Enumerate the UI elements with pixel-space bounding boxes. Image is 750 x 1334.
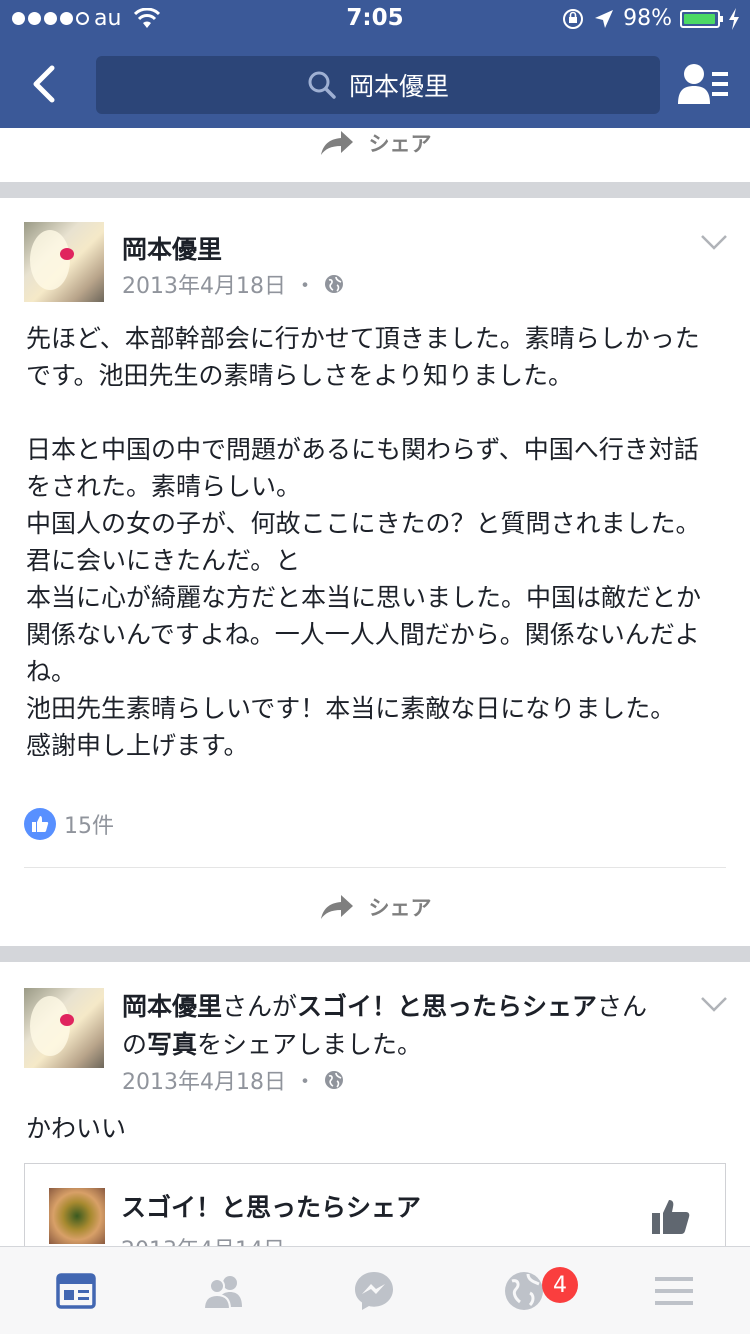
post-separator: [0, 182, 750, 198]
share-story-header: 岡本優里さんがスゴイ！と思ったらシェアさん の写真をシェアしました。: [122, 988, 722, 1064]
story-text: の: [122, 1030, 148, 1059]
avatar[interactable]: [24, 222, 104, 302]
search-icon: [308, 71, 336, 99]
globe-icon: [325, 1071, 343, 1089]
location-arrow-icon: [595, 9, 614, 28]
share-label: シェア: [368, 896, 432, 920]
top-navigation-bar: au 7:05 98% 岡本優里: [0, 0, 750, 128]
share-label: シェア: [368, 132, 432, 156]
post-paragraph: 本当に心が綺麗な方だと本当に思いました。中国は敵だとか関係ないんですよね。一人一…: [26, 583, 702, 686]
friends-icon[interactable]: [202, 1269, 246, 1313]
divider: [24, 867, 726, 868]
friends-list-icon[interactable]: [676, 60, 730, 108]
post-paragraph: 君に会いにきたんだ。と: [26, 546, 301, 575]
meta-separator: ・: [293, 1070, 316, 1095]
post-date[interactable]: 2013年4月18日: [122, 268, 286, 300]
like-count[interactable]: 15件: [24, 808, 114, 840]
shared-page-title[interactable]: スゴイ！と思ったらシェア: [121, 1188, 421, 1224]
shared-page-thumbnail[interactable]: [49, 1188, 105, 1244]
menu-icon[interactable]: [652, 1269, 696, 1313]
shared-post-date: 2013年4月14日 ・: [121, 1232, 314, 1246]
search-bar[interactable]: 岡本優里: [96, 56, 660, 114]
story-text: さん: [597, 992, 648, 1021]
photo-link[interactable]: 写真: [147, 1030, 197, 1059]
post-body: かわいい: [26, 1114, 127, 1143]
share-arrow-icon: [320, 895, 353, 919]
post-separator: [0, 946, 750, 962]
notification-badge: 4: [542, 1267, 578, 1303]
like-page-icon[interactable]: [651, 1198, 691, 1236]
back-chevron-icon[interactable]: [26, 62, 66, 106]
search-query: 岡本優里: [348, 72, 449, 101]
shared-photo-card[interactable]: スゴイ！と思ったらシェア 2013年4月14日 ・: [24, 1163, 726, 1246]
post-meta: 2013年4月18日 ・: [122, 1064, 344, 1096]
share-button[interactable]: シェア: [0, 128, 750, 168]
news-feed[interactable]: シェア 岡本優里 2013年4月18日 ・ 先ほど、本部幹部会に行かせて頂きまし…: [0, 128, 750, 1246]
post-paragraph: 先ほど、本部幹部会に行かせて頂きました。素晴らしかったです。池田先生の素晴らしさ…: [26, 324, 700, 390]
story-text: さんが: [222, 992, 298, 1021]
post-paragraph: 日本と中国の中で問題があるにも関わらず、中国へ行き対話をされた。素晴らしい。: [26, 435, 699, 501]
battery-percent: 98%: [623, 6, 672, 31]
shared-page-name[interactable]: スゴイ！と思ったらシェア: [297, 992, 597, 1021]
chevron-down-icon[interactable]: [700, 996, 728, 1012]
battery-icon: [680, 9, 723, 28]
post-author[interactable]: 岡本優里: [122, 992, 222, 1021]
post-paragraph: 中国人の女の子が、何故ここにきたの？と質問されました。: [26, 509, 701, 538]
notifications-globe-icon[interactable]: [502, 1269, 546, 1313]
rotation-lock-icon: [563, 8, 584, 29]
share-arrow-icon: [320, 131, 353, 155]
bottom-tab-bar: 4: [0, 1246, 750, 1334]
post-paragraph: 池田先生素晴らしいです！本当に素敵な日になりました。: [26, 694, 676, 723]
charging-bolt-icon: [729, 7, 739, 30]
news-feed-icon[interactable]: [54, 1269, 98, 1313]
story-text: をシェアしました。: [197, 1030, 423, 1059]
post-author[interactable]: 岡本優里: [122, 230, 222, 266]
messenger-icon[interactable]: [352, 1269, 396, 1313]
globe-icon: [325, 275, 343, 293]
post-meta: 2013年4月18日 ・: [122, 268, 344, 300]
avatar[interactable]: [24, 988, 104, 1068]
share-button[interactable]: シェア: [0, 882, 750, 932]
chevron-down-icon[interactable]: [700, 234, 728, 250]
post-body: 先ほど、本部幹部会に行かせて頂きました。素晴らしかったです。池田先生の素晴らしさ…: [26, 320, 716, 764]
meta-separator: ・: [293, 274, 316, 299]
status-bar: au 7:05 98%: [0, 0, 750, 40]
post-date[interactable]: 2013年4月18日: [122, 1064, 286, 1096]
like-thumb-icon: [24, 808, 56, 840]
post-paragraph: 感謝申し上げます。: [26, 731, 249, 760]
like-count-text: 15件: [64, 814, 114, 839]
